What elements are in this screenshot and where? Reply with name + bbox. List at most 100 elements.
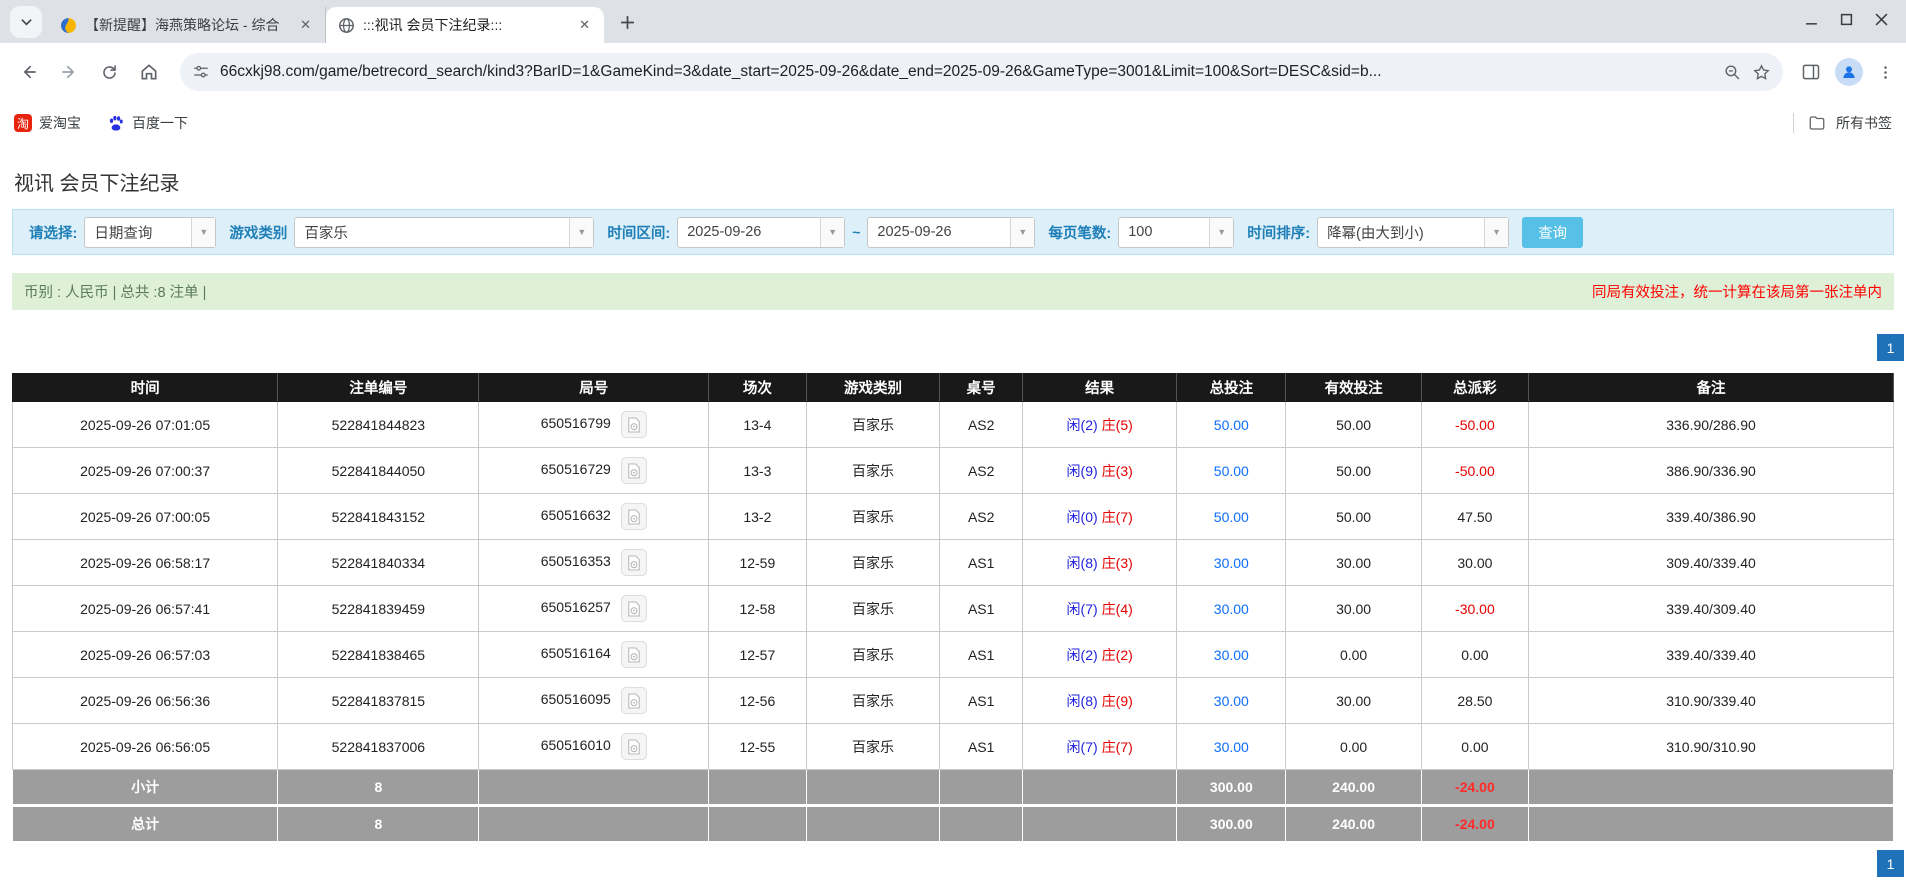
- close-tab-icon[interactable]: ✕: [575, 15, 594, 35]
- cell-payout: -50.00: [1421, 448, 1528, 494]
- cell-valid-bet: 50.00: [1286, 402, 1421, 448]
- cell-payout: 30.00: [1421, 540, 1528, 586]
- cell-session: 13-2: [708, 494, 806, 540]
- cell-table-no: AS2: [940, 402, 1023, 448]
- all-bookmarks-button[interactable]: 所有书签: [1836, 113, 1892, 133]
- cell-round: 650516010: [479, 724, 708, 770]
- video-replay-button[interactable]: [621, 641, 647, 668]
- cell-total-bet[interactable]: 30.00: [1177, 540, 1286, 586]
- video-replay-button[interactable]: [621, 549, 647, 576]
- cell-round: 650516799: [479, 402, 708, 448]
- table-row: 2025-09-26 06:57:03522841838465650516164…: [13, 632, 1894, 678]
- cell-total-bet[interactable]: 50.00: [1177, 448, 1286, 494]
- page-title: 视讯 会员下注纪录: [14, 167, 1906, 195]
- result-banker: 庄(5): [1102, 417, 1133, 433]
- game-type-select[interactable]: 百家乐 ▼: [294, 217, 594, 248]
- cell-session: 12-59: [708, 540, 806, 586]
- video-replay-button[interactable]: [621, 503, 647, 530]
- bookmark-star-icon[interactable]: [1752, 63, 1771, 82]
- tab-bet-record[interactable]: :::视讯 会员下注纪录::: ✕: [326, 7, 604, 43]
- cell-bet-id: 522841838465: [278, 632, 479, 678]
- result-banker: 庄(3): [1102, 555, 1133, 571]
- video-replay-button[interactable]: [621, 457, 647, 484]
- date-end-select[interactable]: 2025-09-26 ▼: [867, 217, 1035, 248]
- total-row: 总计 8 300.00 240.00 -24.00: [13, 806, 1894, 842]
- cell-total-bet[interactable]: 30.00: [1177, 678, 1286, 724]
- url-text[interactable]: 66cxkj98.com/game/betrecord_search/kind3…: [220, 63, 1713, 81]
- video-replay-button[interactable]: [621, 595, 647, 622]
- video-replay-button[interactable]: [621, 687, 647, 714]
- cell-valid-bet: 30.00: [1286, 540, 1421, 586]
- video-file-icon: [627, 693, 641, 709]
- cell-game-type: 百家乐: [806, 494, 940, 540]
- bookmark-taobao[interactable]: 淘 爱淘宝: [14, 113, 81, 133]
- tab-search-button[interactable]: [10, 6, 42, 38]
- search-button[interactable]: 查询: [1522, 217, 1583, 248]
- sort-order-select[interactable]: 降幂(由大到小) ▼: [1317, 217, 1509, 248]
- cell-valid-bet: 30.00: [1286, 678, 1421, 724]
- page-content: 视讯 会员下注纪录 请选择: 日期查询 ▼ 游戏类别 百家乐 ▼ 时间区间: 2…: [0, 167, 1906, 877]
- reload-button[interactable]: [92, 55, 126, 89]
- cell-session: 12-56: [708, 678, 806, 724]
- filter-label-page-size: 每页笔数:: [1048, 222, 1111, 243]
- cell-valid-bet: 30.00: [1286, 586, 1421, 632]
- browser-toolbar: 66cxkj98.com/game/betrecord_search/kind3…: [0, 43, 1906, 101]
- page-number-button[interactable]: 1: [1877, 334, 1904, 361]
- date-range-tilde: ~: [852, 224, 860, 240]
- cell-game-type: 百家乐: [806, 540, 940, 586]
- window-minimize-button[interactable]: [1805, 13, 1818, 26]
- home-button[interactable]: [132, 55, 166, 89]
- chevron-down-icon: ▼: [191, 218, 215, 247]
- cell-total-bet[interactable]: 30.00: [1177, 724, 1286, 770]
- window-maximize-button[interactable]: [1840, 13, 1853, 26]
- cell-result: 闲(0)庄(7): [1023, 494, 1177, 540]
- page-number-button[interactable]: 1: [1877, 850, 1904, 877]
- filter-label-sort: 时间排序:: [1247, 222, 1310, 243]
- cell-total-bet[interactable]: 30.00: [1177, 632, 1286, 678]
- column-header-10: 备注: [1529, 374, 1894, 402]
- video-replay-button[interactable]: [621, 411, 647, 438]
- site-settings-icon[interactable]: [192, 63, 210, 81]
- query-mode-select[interactable]: 日期查询 ▼: [84, 217, 216, 248]
- menu-kebab-icon[interactable]: [1877, 64, 1894, 81]
- cell-bet-id: 522841839459: [278, 586, 479, 632]
- address-bar[interactable]: 66cxkj98.com/game/betrecord_search/kind3…: [180, 53, 1783, 91]
- cell-table-no: AS1: [940, 632, 1023, 678]
- table-row: 2025-09-26 06:58:17522841840334650516353…: [13, 540, 1894, 586]
- profile-avatar[interactable]: [1835, 58, 1863, 86]
- bookmark-baidu[interactable]: 百度一下: [107, 113, 188, 133]
- video-replay-button[interactable]: [621, 733, 647, 760]
- column-header-0: 时间: [13, 374, 278, 402]
- cell-table-no: AS2: [940, 448, 1023, 494]
- close-tab-icon[interactable]: ✕: [296, 15, 315, 35]
- summary-bar: 币别 : 人民币 | 总共 :8 注单 | 同局有效投注，统一计算在该局第一张注…: [12, 273, 1894, 310]
- video-file-icon: [627, 509, 641, 525]
- back-button[interactable]: [12, 55, 46, 89]
- table-row: 2025-09-26 06:57:41522841839459650516257…: [13, 586, 1894, 632]
- person-icon: [1840, 63, 1858, 81]
- cell-total-bet[interactable]: 50.00: [1177, 494, 1286, 540]
- new-tab-button[interactable]: [612, 7, 642, 37]
- column-header-3: 场次: [708, 374, 806, 402]
- tab-forum[interactable]: 【新提醒】海燕策略论坛 - 综合 ✕: [48, 7, 326, 43]
- taobao-icon: 淘: [14, 114, 32, 132]
- cell-time: 2025-09-26 06:57:41: [13, 586, 278, 632]
- back-arrow-icon: [19, 62, 39, 82]
- table-row: 2025-09-26 07:00:05522841843152650516632…: [13, 494, 1894, 540]
- cell-bet-id: 522841840334: [278, 540, 479, 586]
- filter-label-game-type: 游戏类别: [229, 222, 287, 243]
- forward-button[interactable]: [52, 55, 86, 89]
- side-panel-icon[interactable]: [1801, 62, 1821, 82]
- cell-total-bet[interactable]: 30.00: [1177, 586, 1286, 632]
- zoom-icon[interactable]: [1723, 63, 1742, 82]
- cell-result: 闲(8)庄(9): [1023, 678, 1177, 724]
- cell-total-bet[interactable]: 50.00: [1177, 402, 1286, 448]
- pagination-top: 1: [12, 334, 1904, 361]
- cell-time: 2025-09-26 06:58:17: [13, 540, 278, 586]
- video-file-icon: [627, 647, 641, 663]
- page-size-select[interactable]: 100 ▼: [1118, 217, 1234, 248]
- column-header-2: 局号: [479, 374, 708, 402]
- date-start-select[interactable]: 2025-09-26 ▼: [677, 217, 845, 248]
- subtotal-row: 小计 8 300.00 240.00 -24.00: [13, 770, 1894, 806]
- window-close-button[interactable]: [1875, 13, 1888, 26]
